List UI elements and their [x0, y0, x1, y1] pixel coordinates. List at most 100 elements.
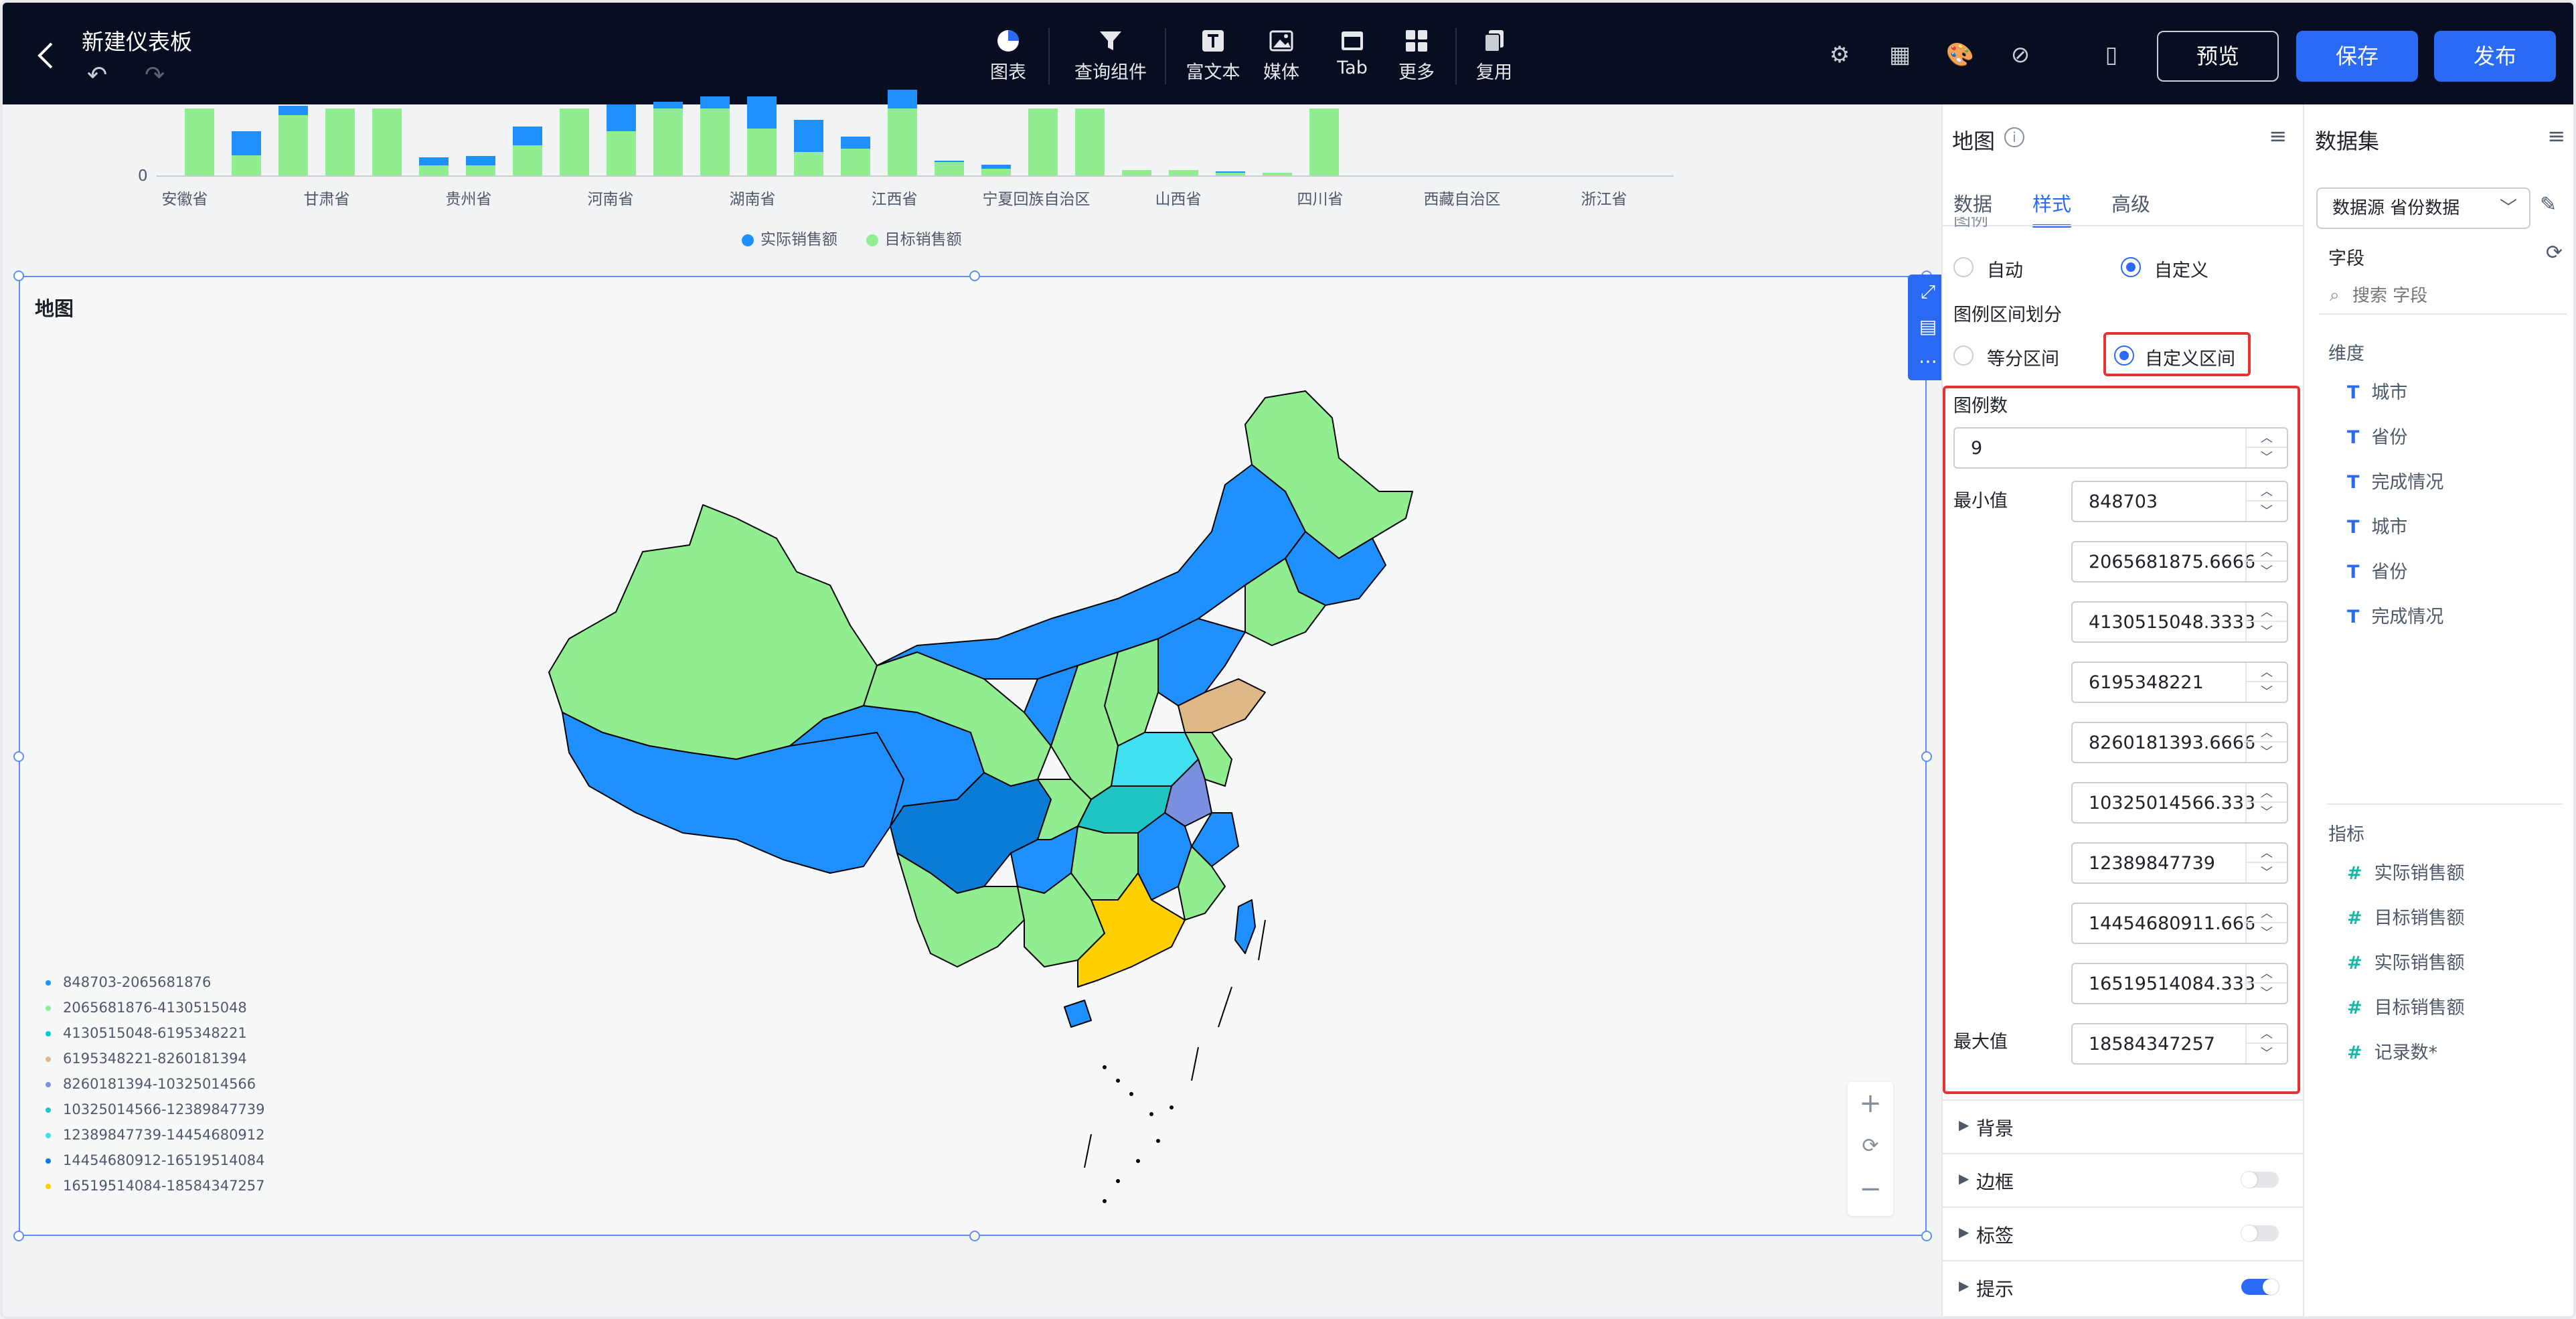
metric-field[interactable]: # 目标销售额	[2347, 993, 2465, 1019]
dataset-select[interactable]: 数据源 省份数据 ﹀	[2316, 187, 2530, 229]
dimension-field[interactable]: T 完成情况	[2347, 602, 2443, 628]
range-value-input[interactable]: 2065681875.6666 ︿ ﹀	[2071, 541, 2288, 583]
undo-icon[interactable]: ↶	[87, 62, 107, 89]
zoom-in-icon[interactable]: +	[1848, 1082, 1893, 1125]
redo-icon[interactable]: ↷	[145, 62, 165, 89]
bar[interactable]	[560, 108, 589, 175]
tooltip-toggle[interactable]	[2241, 1279, 2279, 1295]
metric-field[interactable]: # 记录数*	[2347, 1038, 2437, 1064]
bar[interactable]	[700, 96, 730, 175]
publish-button[interactable]: 发布	[2434, 31, 2556, 82]
map-legend-item[interactable]: 12389847739-14454680912	[46, 1122, 265, 1148]
range-value-input[interactable]: 848703 ︿ ﹀	[2071, 481, 2288, 522]
range-value-input[interactable]: 18584347257 ︿ ﹀	[2071, 1023, 2288, 1065]
bar[interactable]	[232, 131, 261, 175]
section-background[interactable]: ▶ 背景	[1941, 1099, 2303, 1153]
map-legend-item[interactable]: 8260181394-10325014566	[46, 1071, 265, 1097]
bar-chart-widget[interactable]: 0 安徽省 甘肃省 贵州省 河南省 湖南省 江西省 宁夏回族自治区 山西省 四川省 西藏自治区 浙江…	[3, 90, 1941, 279]
bar[interactable]	[935, 161, 964, 175]
bar[interactable]	[1169, 170, 1198, 175]
bar[interactable]	[513, 127, 542, 175]
bar[interactable]	[325, 108, 355, 175]
section-tooltip[interactable]: ▶ 提示	[1941, 1260, 2303, 1314]
bar[interactable]	[607, 104, 636, 175]
bar[interactable]	[794, 120, 823, 175]
palette-icon[interactable]: 🎨	[1943, 37, 1978, 72]
range-value-input[interactable]: 16519514084.333 ︿ ﹀	[2071, 963, 2288, 1004]
metric-field[interactable]: # 实际销售额	[2347, 858, 2465, 884]
field-search[interactable]: ⌕	[2319, 277, 2567, 315]
preview-button[interactable]: 预览	[2157, 31, 2279, 82]
zoom-out-icon[interactable]: −	[1848, 1168, 1893, 1211]
tool-richtext[interactable]: 富文本	[1173, 21, 1253, 84]
metric-field[interactable]: # 目标销售额	[2347, 903, 2465, 929]
range-value-input[interactable]: 4130515048.3333 ︿ ﹀	[2071, 601, 2288, 643]
range-value-input[interactable]: 6195348221 ︿ ﹀	[2071, 662, 2288, 703]
back-icon[interactable]	[32, 39, 59, 72]
map-legend-item[interactable]: 10325014566-12389847739	[46, 1097, 265, 1122]
legend-auto-radio[interactable]	[1953, 257, 1974, 277]
range-value-input[interactable]: 8260181393.6666 ︿ ﹀	[2071, 722, 2288, 763]
tool-chart[interactable]: 图表	[968, 21, 1048, 84]
field-search-input[interactable]	[2352, 283, 2553, 309]
range-value-input[interactable]: 12389847739 ︿ ﹀	[2071, 842, 2288, 884]
bar[interactable]	[1075, 108, 1105, 175]
map-legend-item[interactable]: 16519514084-18584347257	[46, 1173, 265, 1198]
edit-icon[interactable]: ✎	[2540, 193, 2557, 216]
dimension-field[interactable]: T 城市	[2347, 378, 2407, 404]
border-toggle[interactable]	[2241, 1172, 2279, 1188]
map-legend-item[interactable]: 4130515048-6195348221	[46, 1020, 265, 1046]
save-button[interactable]: 保存	[2296, 31, 2418, 82]
china-map[interactable]	[515, 317, 1466, 1228]
tab-style[interactable]: 样式	[2032, 189, 2072, 228]
bar[interactable]	[1122, 170, 1151, 175]
range-custom-radio[interactable]	[2114, 345, 2134, 366]
legend-count-input[interactable]: 9 ︿ ﹀	[1953, 427, 2288, 469]
dimension-field[interactable]: T 城市	[2347, 512, 2407, 538]
bar[interactable]	[888, 90, 917, 175]
bar[interactable]	[185, 108, 214, 175]
bar[interactable]	[419, 157, 449, 175]
bar[interactable]	[653, 102, 683, 175]
map-legend-item[interactable]: 2065681876-4130515048	[46, 995, 265, 1020]
bar[interactable]	[841, 137, 870, 175]
legend-custom-radio[interactable]	[2121, 257, 2141, 277]
range-equal-radio[interactable]	[1953, 345, 1974, 366]
dimension-field[interactable]: T 省份	[2347, 422, 2407, 449]
tool-more[interactable]: 更多	[1383, 21, 1450, 84]
range-value-input[interactable]: 10325014566.333 ︿ ﹀	[2071, 782, 2288, 824]
eye-off-icon[interactable]: ⊘	[2003, 37, 2038, 72]
tool-reuse[interactable]: 复用	[1461, 21, 1528, 84]
tab-data[interactable]: 数据	[1953, 189, 1992, 217]
sliders-icon[interactable]: ⚙	[1822, 37, 1857, 72]
tab-advanced[interactable]: 高级	[2111, 189, 2150, 217]
mobile-icon[interactable]: ▯	[2094, 37, 2129, 72]
reset-icon[interactable]: ⟳	[1848, 1125, 1893, 1168]
map-legend-item[interactable]: 848703-2065681876	[46, 969, 265, 995]
section-label[interactable]: ▶ 标签	[1941, 1207, 2303, 1260]
tool-query[interactable]: 查询组件	[1067, 21, 1154, 84]
menu-icon[interactable]: ≡	[2269, 123, 2287, 149]
section-border[interactable]: ▶ 边框	[1941, 1153, 2303, 1207]
map-widget[interactable]: 地图 848703-2065681876 2065681876-41305150…	[19, 276, 1927, 1236]
metric-field[interactable]: # 实际销售额	[2347, 948, 2465, 974]
bar[interactable]	[1028, 108, 1058, 175]
dimension-field[interactable]: T 省份	[2347, 557, 2407, 583]
refresh-icon[interactable]: ⟳	[2546, 241, 2563, 264]
bar[interactable]	[372, 108, 402, 175]
label-toggle[interactable]	[2241, 1225, 2279, 1241]
range-value-input[interactable]: 14454680911.666 ︿ ﹀	[2071, 903, 2288, 944]
menu-icon[interactable]: ≡	[2547, 123, 2565, 149]
bar[interactable]	[466, 156, 495, 175]
layout-icon[interactable]: ▦	[1882, 37, 1917, 72]
tool-tab[interactable]: Tab	[1319, 21, 1386, 78]
bar[interactable]	[278, 106, 308, 175]
bar[interactable]	[747, 96, 777, 175]
map-legend-item[interactable]: 14454680912-16519514084	[46, 1148, 265, 1173]
map-legend-item[interactable]: 6195348221-8260181394	[46, 1046, 265, 1071]
legend-target[interactable]: 目标销售额	[866, 231, 962, 248]
legend-actual[interactable]: 实际销售额	[742, 231, 837, 248]
tool-media[interactable]: 媒体	[1248, 21, 1315, 84]
bar[interactable]	[981, 165, 1011, 175]
info-icon[interactable]: i	[2004, 127, 2024, 147]
